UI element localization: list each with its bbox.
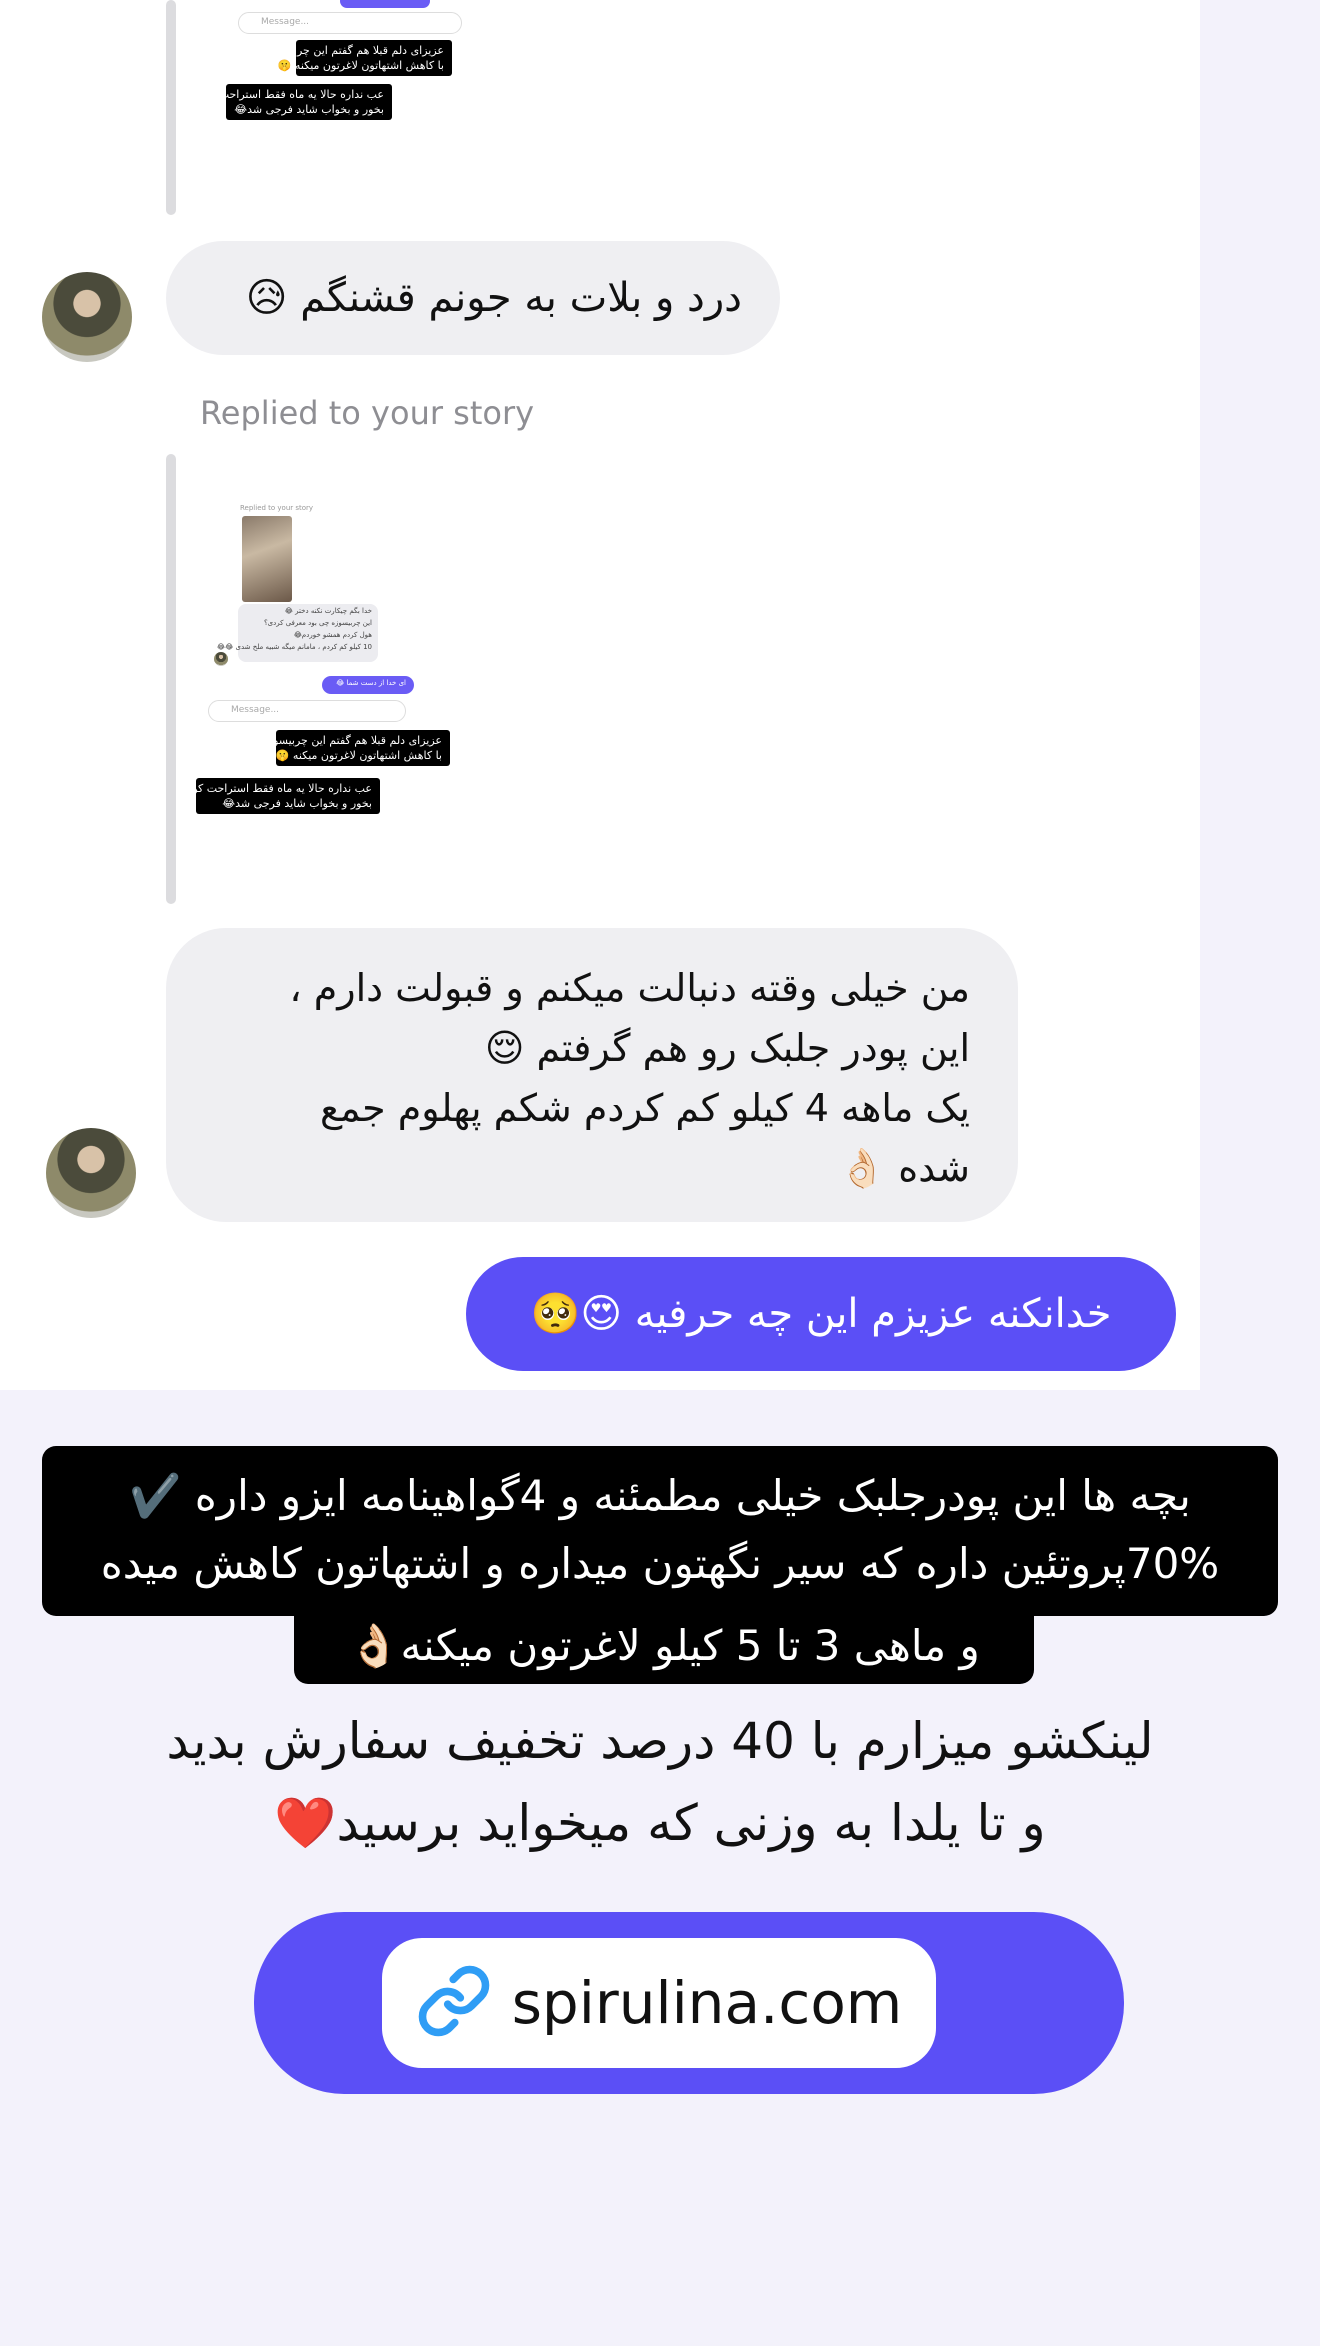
story-bubble-line: این چربیسوزه چی بود معرفی کردی؟ — [263, 619, 372, 627]
caption-box-bottom: و ماهی 3 تا 5 کیلو لاغرتون میکنه👌🏻 — [294, 1612, 1034, 1684]
story-caption-line: با کاهش اشتهاتون لاغرتون میکنه 🤫 — [277, 59, 444, 72]
story-caption-1: عزیزای دلم قبلا هم گفتم این چربیسوز با ک… — [267, 730, 450, 766]
message-line: من خیلی وقته دنبالت میکنم و قبولت دارم ، — [289, 966, 970, 1010]
story-caption-line: عب نداره حالا یه ماه فقط استراحت کن — [201, 88, 384, 101]
message-text: درد و بلات به جونم قشنگم 😥 — [245, 275, 742, 321]
story-message-input: Message... — [238, 12, 462, 34]
story-caption-line: بخور و بخواب شاید فرجی شد😂 — [234, 103, 384, 116]
story-reply-bar — [166, 454, 176, 904]
message-line: این پودر جلبک رو هم گرفتم 😌 — [484, 1026, 970, 1070]
promo-line: لینکشو میزارم با 40 درصد تخفیف سفارش بدی… — [166, 1712, 1154, 1770]
link-url[interactable]: spirulina.com — [512, 1969, 903, 2037]
outgoing-message: خدانکنه عزیزم این چه حرفیه 😍🥺 — [466, 1257, 1176, 1371]
promo-line: و تا یلدا به وزنی که میخواید برسید❤️ — [274, 1794, 1046, 1852]
story-caption-line: عب نداره حالا یه ماه فقط استراحت کن — [190, 782, 372, 795]
story-message-input: Message... — [208, 700, 406, 722]
story-purple-text: ای خدا از دست شما 😂 — [336, 679, 406, 687]
link-icon — [416, 1963, 492, 2043]
avatar[interactable] — [46, 1128, 136, 1218]
caption-line: بچه ها این پودرجلبک خیلی مطمئنه و 4گواهی… — [129, 1471, 1191, 1520]
story-incoming-bubble: خدا بگم چیکارت نکنه دختر 😂 این چربیسوزه … — [217, 604, 378, 662]
story-thumbnail[interactable]: Message... عزیزای دلم قبلا هم گفتم این چ… — [200, 0, 480, 215]
avatar[interactable] — [42, 272, 132, 362]
story-caption-2: عب نداره حالا یه ماه فقط استراحت کن بخور… — [190, 778, 380, 814]
story-thumbnail[interactable]: Replied to your story خدا بگم چیکارت نکن… — [190, 454, 460, 904]
story-caption-line: عزیزای دلم قبلا هم گفتم این چربیسوز — [269, 44, 444, 57]
story-caption-line: بخور و بخواب شاید فرجی شد😂 — [222, 797, 372, 810]
link-sticker[interactable]: spirulina.com — [254, 1912, 1124, 2094]
link-sticker-inner[interactable]: spirulina.com — [382, 1938, 936, 2068]
story-bubble-line: خدا بگم چیکارت نکنه دختر 😂 — [284, 607, 372, 615]
story-reply-bar — [166, 0, 176, 215]
incoming-message: من خیلی وقته دنبالت میکنم و قبولت دارم ،… — [166, 928, 1018, 1222]
replied-to-story-label: Replied to your story — [200, 394, 535, 432]
story-caption-line: با کاهش اشتهاتون لاغرتون میکنه 🤫 — [275, 749, 442, 762]
incoming-message: درد و بلات به جونم قشنگم 😥 — [166, 241, 780, 355]
caption-line: 70%پروتئین داره که سیر نگهتون میداره و ا… — [100, 1539, 1220, 1588]
story-replied-label: Replied to your story — [240, 504, 314, 512]
story-purple-bubble: ای خدا از دست شما 😂 — [322, 676, 414, 694]
message-line: یک ماهه 4 کیلو کم کردم شکم پهلوم جمع — [319, 1086, 970, 1130]
story-caption-2: عب نداره حالا یه ماه فقط استراحت کن بخور… — [201, 84, 392, 120]
caption-box-top: بچه ها این پودرجلبک خیلی مطمئنه و 4گواهی… — [42, 1446, 1278, 1616]
story-message-placeholder: Message... — [261, 17, 310, 27]
story-reply-pill — [340, 0, 430, 8]
message-text: خدانکنه عزیزم این چه حرفیه 😍🥺 — [530, 1291, 1112, 1337]
story-bubble-line: 10 کیلو کم کردم ، مامانم میگه شبیه ملخ ش… — [216, 643, 372, 651]
message-line: شده 👌🏻 — [838, 1146, 970, 1190]
caption-line: و ماهی 3 تا 5 کیلو لاغرتون میکنه👌🏻 — [348, 1621, 980, 1670]
story-message-placeholder: Message... — [231, 705, 280, 715]
story-mini-avatar — [214, 652, 228, 666]
story-caption-line: عزیزای دلم قبلا هم گفتم این چربیسوز — [267, 734, 442, 747]
chat-screenshot: Message... عزیزای دلم قبلا هم گفتم این چ… — [0, 0, 1200, 1390]
story-photo — [242, 516, 292, 602]
story-caption-1: عزیزای دلم قبلا هم گفتم این چربیسوز با ک… — [269, 40, 452, 76]
story-bubble-line: هول کردم همشو خوردم😂 — [293, 631, 372, 639]
